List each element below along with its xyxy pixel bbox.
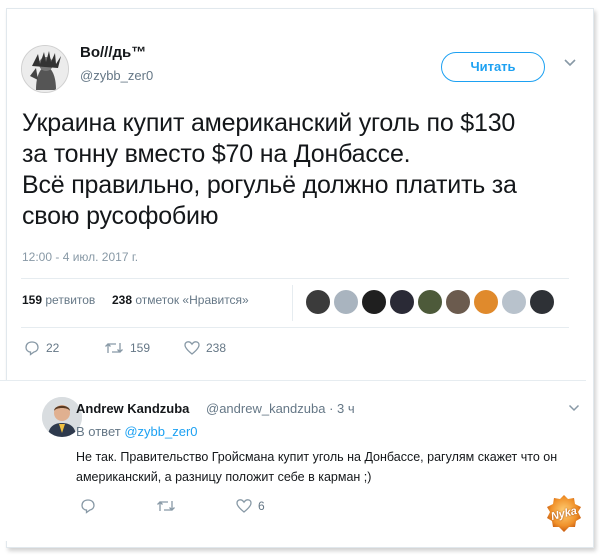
reply-display-name[interactable]: Andrew Kandzuba xyxy=(76,401,189,416)
liker-avatar[interactable] xyxy=(473,289,499,315)
like-count: 238 xyxy=(206,341,227,355)
liker-avatar[interactable] xyxy=(445,289,471,315)
tweet-text: Украина купит американский уголь по $130… xyxy=(22,109,517,230)
reply-icon xyxy=(81,499,95,514)
reply-action[interactable]: 22 xyxy=(24,340,59,356)
reply-time[interactable]: · 3 ч xyxy=(329,401,355,416)
author-avatar[interactable] xyxy=(21,45,69,93)
liker-avatar[interactable] xyxy=(529,289,555,315)
retweet-icon xyxy=(157,501,175,511)
in-reply-prefix: В ответ xyxy=(76,424,121,439)
liker-avatar[interactable] xyxy=(501,289,527,315)
reply-handle[interactable]: @andrew_kandzuba xyxy=(206,401,325,416)
reply-icon xyxy=(25,341,39,356)
tweet-timestamp[interactable]: 12:00 - 4 июл. 2017 г. xyxy=(22,250,138,264)
retweet-icon xyxy=(105,343,123,353)
divider xyxy=(21,278,569,279)
reply-action[interactable] xyxy=(80,498,96,514)
retweet-action[interactable]: 159 xyxy=(104,340,150,356)
liker-avatar[interactable] xyxy=(389,289,415,315)
tweet-stats: 159 ретвитов 238 отметок «Нравится» xyxy=(22,293,249,307)
divider xyxy=(292,285,293,321)
reply-meta: @andrew_kandzuba · 3 ч xyxy=(206,401,355,416)
chevron-down-icon[interactable] xyxy=(563,58,577,68)
likes-label[interactable]: отметок «Нравится» xyxy=(135,293,248,307)
like-count: 6 xyxy=(258,499,265,513)
likes-count[interactable]: 238 xyxy=(112,293,132,307)
watermark-logo: Nyka xyxy=(544,494,584,534)
chevron-down-icon[interactable] xyxy=(568,404,580,413)
retweet-count: 159 xyxy=(130,341,151,355)
like-action[interactable]: 6 xyxy=(236,498,265,514)
author-handle[interactable]: @zybb_zer0 xyxy=(80,68,153,83)
divider xyxy=(21,327,569,328)
liker-avatar[interactable] xyxy=(417,289,443,315)
liker-avatar[interactable] xyxy=(305,289,331,315)
in-reply-handle-link[interactable]: @zybb_zer0 xyxy=(124,424,197,439)
heart-icon xyxy=(184,341,200,355)
retweet-action[interactable] xyxy=(156,498,176,514)
liker-avatar[interactable] xyxy=(333,289,359,315)
like-action[interactable]: 238 xyxy=(184,340,226,356)
follow-button[interactable]: Читать xyxy=(441,52,545,82)
retweets-label[interactable]: ретвитов xyxy=(45,293,95,307)
heart-icon xyxy=(236,499,252,513)
retweets-count[interactable]: 159 xyxy=(22,293,42,307)
author-display-name[interactable]: Во///дь™ xyxy=(80,44,146,61)
in-reply-to: В ответ @zybb_zer0 xyxy=(76,424,198,439)
reply-text: Не так. Правительство Гройсмана купит уг… xyxy=(76,450,558,484)
liker-avatar[interactable] xyxy=(361,289,387,315)
reply-count: 22 xyxy=(46,341,60,355)
